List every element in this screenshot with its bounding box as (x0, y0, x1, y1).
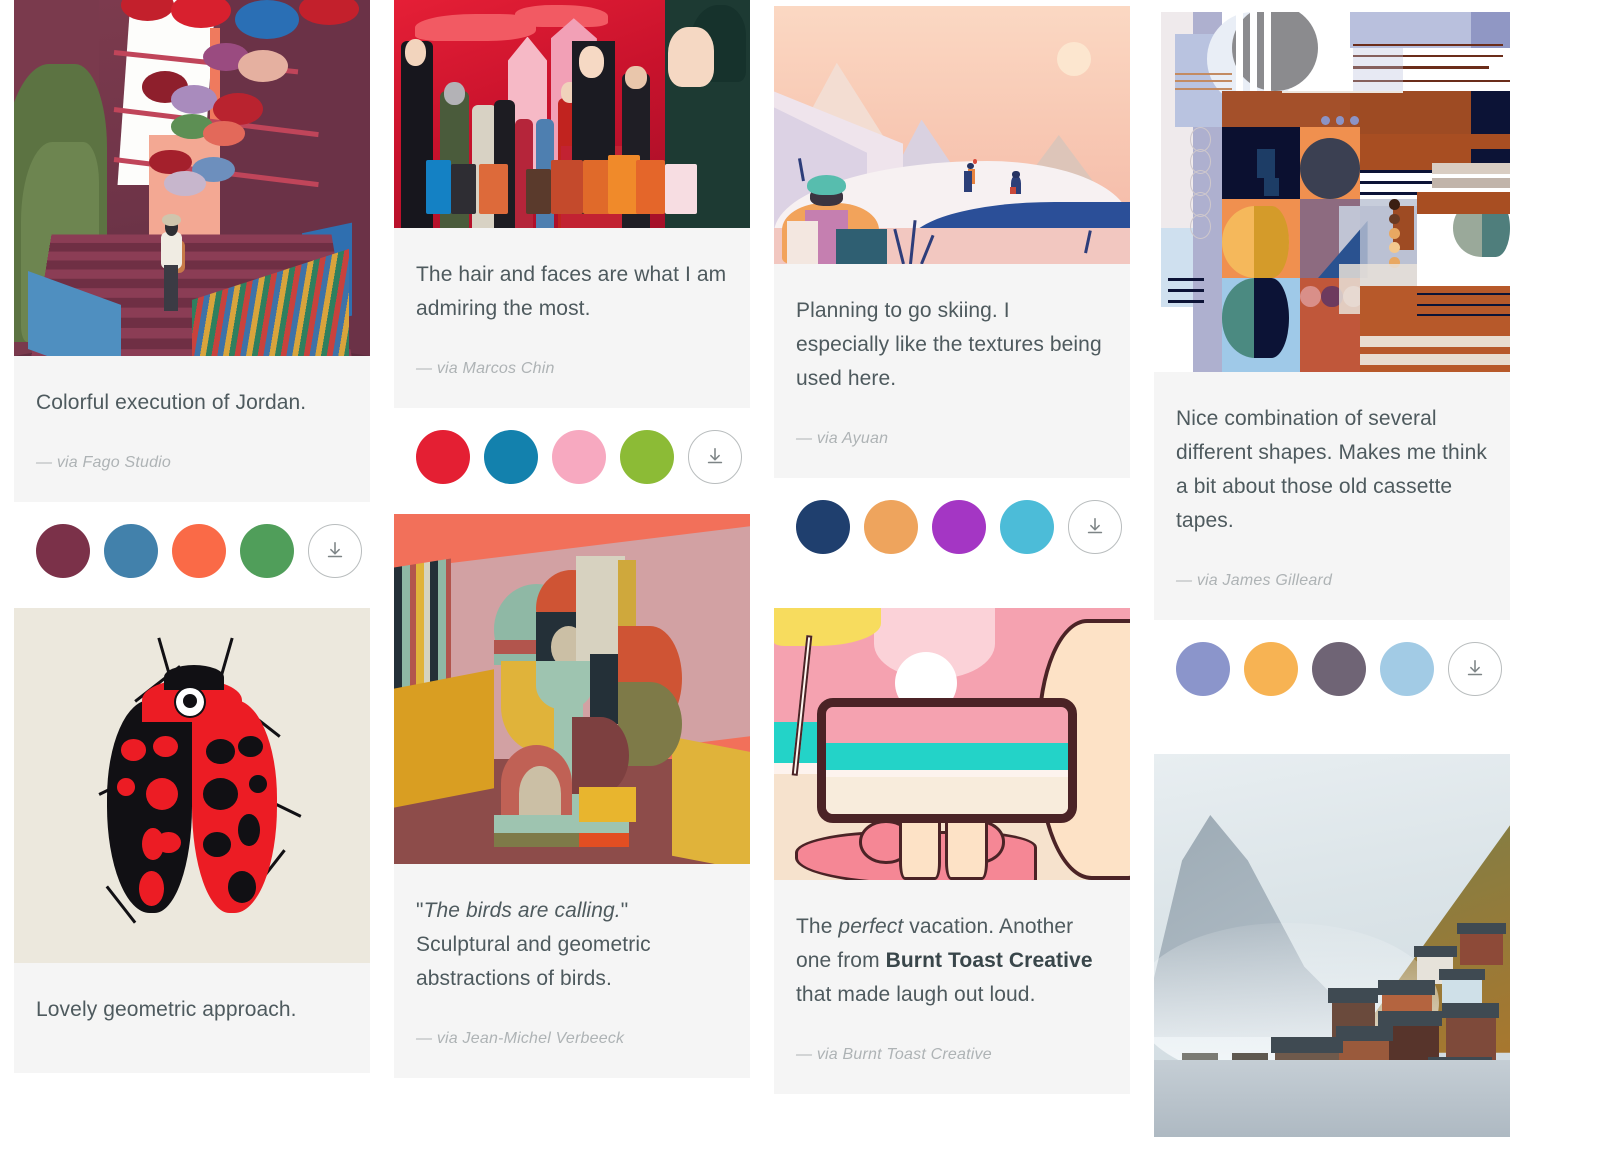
inspiration-board: Colorful execution of Jordan. — via Fago… (0, 0, 1600, 1163)
card-text-block: "The birds are calling." Sculptural and … (394, 864, 750, 1079)
column-2: The hair and faces are what I am admirin… (394, 0, 750, 1104)
color-swatch[interactable] (1312, 642, 1366, 697)
quote-italic: The birds are calling. (423, 899, 621, 923)
beach-phone-illustration[interactable] (774, 608, 1130, 881)
download-icon (327, 541, 343, 558)
color-palette (14, 502, 370, 583)
color-swatch[interactable] (36, 524, 90, 579)
download-button[interactable] (308, 524, 362, 579)
card-quote: Nice combination of several different sh… (1176, 407, 1487, 533)
card-quote: The perfect vacation. Another one from B… (796, 910, 1108, 1012)
color-swatch[interactable] (240, 524, 294, 579)
color-swatch[interactable] (552, 430, 606, 485)
card-quote: "The birds are calling." Sculptural and … (416, 899, 651, 991)
card-text-block: Lovely geometric approach. (14, 963, 370, 1074)
color-swatch[interactable] (1380, 642, 1434, 697)
color-swatch[interactable] (864, 500, 918, 555)
color-palette (1154, 620, 1510, 701)
download-icon (1087, 518, 1103, 534)
card-skiing[interactable]: Planning to go skiing. I especially like… (774, 6, 1130, 559)
quote-rest: Sculptural and geometric abstractions of… (416, 933, 651, 991)
card-attribution: — via Burnt Toast Creative (796, 1046, 992, 1064)
card-jordan[interactable]: Colorful execution of Jordan. — via Fago… (14, 0, 370, 583)
card-attribution: — via Jean-Michel Verbeeck (416, 1030, 625, 1048)
card-text-block: Planning to go skiing. I especially like… (774, 264, 1130, 479)
download-button[interactable] (1448, 642, 1502, 697)
card-ladybug[interactable]: Lovely geometric approach. (14, 608, 370, 1074)
color-swatch[interactable] (484, 430, 538, 485)
color-swatch[interactable] (932, 500, 986, 555)
skiing-mountains-illustration[interactable] (774, 6, 1130, 264)
card-text-block: The perfect vacation. Another one from B… (774, 880, 1130, 1095)
color-swatch[interactable] (1000, 500, 1054, 555)
card-text-block: Nice combination of several different sh… (1154, 372, 1510, 621)
color-swatch[interactable] (1176, 642, 1230, 697)
color-swatch[interactable] (172, 524, 226, 579)
column-1: Colorful execution of Jordan. — via Fago… (14, 0, 370, 1099)
card-attribution: — via James Gilleard (1176, 572, 1333, 590)
ladybug-illustration[interactable] (14, 608, 370, 964)
color-swatch[interactable] (104, 524, 158, 579)
color-swatch[interactable] (796, 500, 850, 555)
shopping-crowd-illustration[interactable] (394, 0, 750, 228)
card-marcos-chin[interactable]: The hair and faces are what I am admirin… (394, 0, 750, 489)
color-palette (394, 408, 750, 489)
color-swatch[interactable] (1244, 642, 1298, 697)
card-cassette[interactable]: Nice combination of several different sh… (1154, 12, 1510, 701)
card-quote: The hair and faces are what I am admirin… (416, 263, 727, 321)
card-birds[interactable]: "The birds are calling." Sculptural and … (394, 514, 750, 1079)
color-palette (774, 478, 1130, 559)
geometric-shapes-illustration[interactable] (1154, 12, 1510, 372)
bird-sculpture-illustration[interactable] (394, 514, 750, 865)
quote-prefix: The (796, 915, 839, 939)
color-swatch[interactable] (620, 430, 674, 485)
color-swatch[interactable] (416, 430, 470, 485)
mountain-village-photo[interactable] (1154, 754, 1510, 1138)
card-attribution: — via Marcos Chin (416, 360, 555, 378)
download-icon (707, 448, 723, 464)
quote-bold: Burnt Toast Creative (885, 949, 1093, 973)
card-quote: Colorful execution of Jordan. (36, 391, 307, 414)
jordan-stairs-illustration[interactable] (14, 0, 370, 356)
column-4: Nice combination of several different sh… (1154, 0, 1510, 1163)
download-button[interactable] (1068, 500, 1122, 555)
card-quote: Lovely geometric approach. (36, 998, 297, 1022)
download-button[interactable] (688, 430, 742, 485)
card-hallstatt[interactable] (1154, 754, 1510, 1138)
quote-suffix: that made laugh out loud. (796, 983, 1036, 1007)
card-text-block: Colorful execution of Jordan. — via Fago… (14, 356, 370, 503)
card-attribution: — via Fago Studio (36, 454, 172, 472)
card-attribution: — via Ayuan (796, 430, 889, 448)
card-vacation[interactable]: The perfect vacation. Another one from B… (774, 608, 1130, 1095)
card-text-block: The hair and faces are what I am admirin… (394, 228, 750, 409)
card-quote: Planning to go skiing. I especially like… (796, 299, 1102, 391)
quote-italic: perfect (838, 915, 904, 939)
column-3: Planning to go skiing. I especially like… (774, 0, 1130, 1120)
download-icon (1467, 660, 1483, 676)
